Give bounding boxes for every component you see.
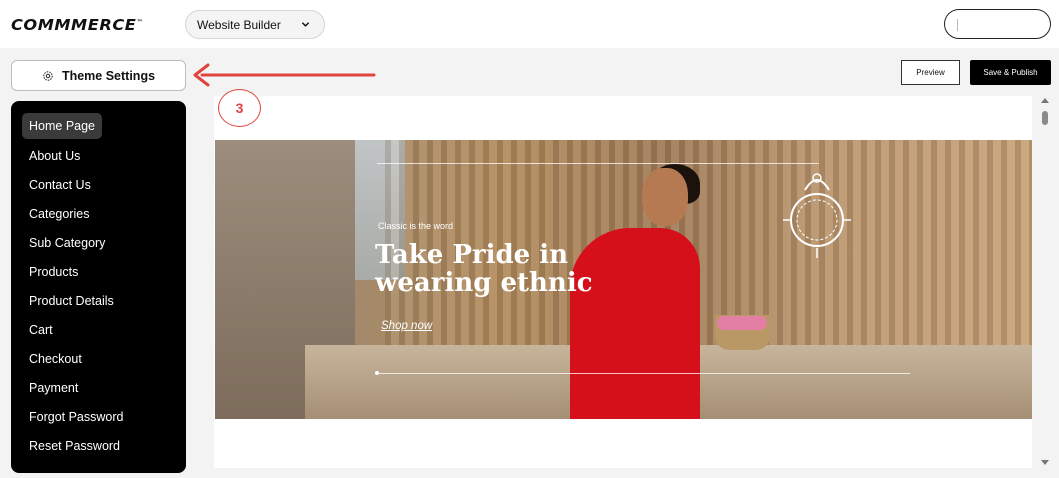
preview-button[interactable]: Preview [901, 60, 960, 85]
sidebar-item-home-page[interactable]: Home Page [22, 113, 103, 139]
step-number-badge: 3 [218, 89, 261, 127]
theme-settings-label: Theme Settings [61, 68, 156, 83]
sidebar-item-sub-category[interactable]: Sub Category [22, 230, 112, 256]
chevron-down-icon [302, 22, 309, 27]
hero-divider-bottom [377, 373, 910, 374]
site-select-dropdown[interactable]: Website Builder [185, 10, 325, 39]
sidebar-item-forgot-password[interactable]: Forgot Password [22, 404, 130, 430]
hero-headline: Take Pride in wearing ethnic [375, 240, 593, 298]
sidebar-item-categories[interactable]: Categories [22, 201, 96, 227]
hero-banner[interactable]: Classic is the word Take Pride in wearin… [215, 140, 1032, 419]
logo-text: COMMMERCE [11, 16, 137, 34]
scroll-up-icon[interactable] [1041, 98, 1049, 103]
mandala-ornament-icon [783, 173, 851, 258]
hero-flowers [717, 316, 767, 330]
scroll-down-icon[interactable] [1041, 460, 1049, 465]
preview-scrollbar[interactable] [1038, 96, 1052, 470]
top-bar: COMMMERCE™ Website Builder [0, 0, 1059, 48]
scroll-thumb[interactable] [1042, 111, 1048, 125]
hero-divider-top [377, 163, 819, 164]
sidebar-item-about-us[interactable]: About Us [22, 143, 87, 169]
brand-logo[interactable]: COMMMERCE™ [11, 16, 143, 34]
shop-now-link[interactable]: Shop now [381, 320, 432, 332]
annotation-arrow [193, 63, 376, 87]
save-publish-button[interactable]: Save & Publish [970, 60, 1051, 85]
sidebar-item-product-details[interactable]: Product Details [22, 288, 121, 314]
hero-divider-dot [375, 371, 379, 375]
sidebar-item-reset-password[interactable]: Reset Password [22, 433, 127, 459]
logo-trademark: ™ [136, 19, 144, 26]
account-search-field[interactable] [944, 9, 1051, 39]
theme-settings-button[interactable]: Theme Settings [11, 60, 186, 91]
sidebar-item-cart[interactable]: Cart [22, 317, 60, 343]
gear-icon [43, 70, 53, 81]
hero-eyebrow-text: Classic is the word [378, 221, 454, 231]
sidebar-item-products[interactable]: Products [22, 259, 85, 285]
sidebar-item-contact-us[interactable]: Contact Us [22, 172, 98, 198]
sidebar-item-checkout[interactable]: Checkout [22, 346, 89, 372]
hero-model-face [642, 168, 688, 226]
text-cursor [957, 19, 958, 31]
sidebar-item-payment[interactable]: Payment [22, 375, 85, 401]
page-sidebar: Home Page About Us Contact Us Categories… [11, 101, 186, 473]
site-select-value: Website Builder [197, 17, 281, 32]
